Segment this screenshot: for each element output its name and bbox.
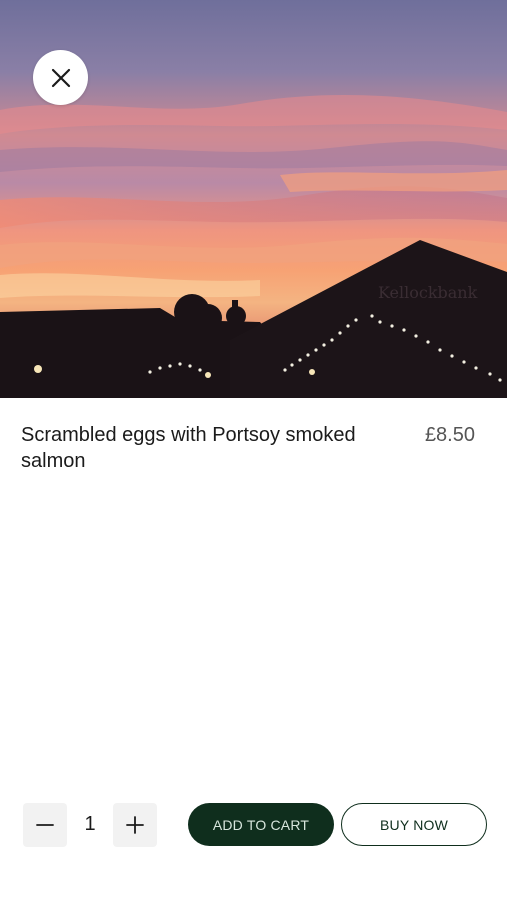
close-button[interactable] [33, 50, 88, 105]
close-icon [51, 68, 70, 87]
decrement-quantity-button[interactable] [23, 802, 67, 847]
add-to-cart-button[interactable]: ADD TO CART [188, 803, 334, 846]
product-name: Scrambled eggs with Portsoy smoked salmo… [21, 424, 356, 472]
purchase-action-bar: 1 ADD TO CART BUY NOW [23, 802, 487, 847]
buy-now-button[interactable]: BUY NOW [341, 803, 487, 846]
quantity-value: 1 [84, 813, 96, 835]
product-detail-screen: Kellockbank Scrambled eggs with Portsoy … [0, 0, 507, 900]
minus-icon [36, 823, 54, 826]
building-sign-text: Kellockbank [378, 283, 478, 302]
increment-quantity-button[interactable] [113, 802, 157, 847]
plus-icon [126, 815, 144, 834]
product-details: Scrambled eggs with Portsoy smoked salmo… [21, 422, 487, 474]
product-price: £8.50 [424, 424, 475, 446]
